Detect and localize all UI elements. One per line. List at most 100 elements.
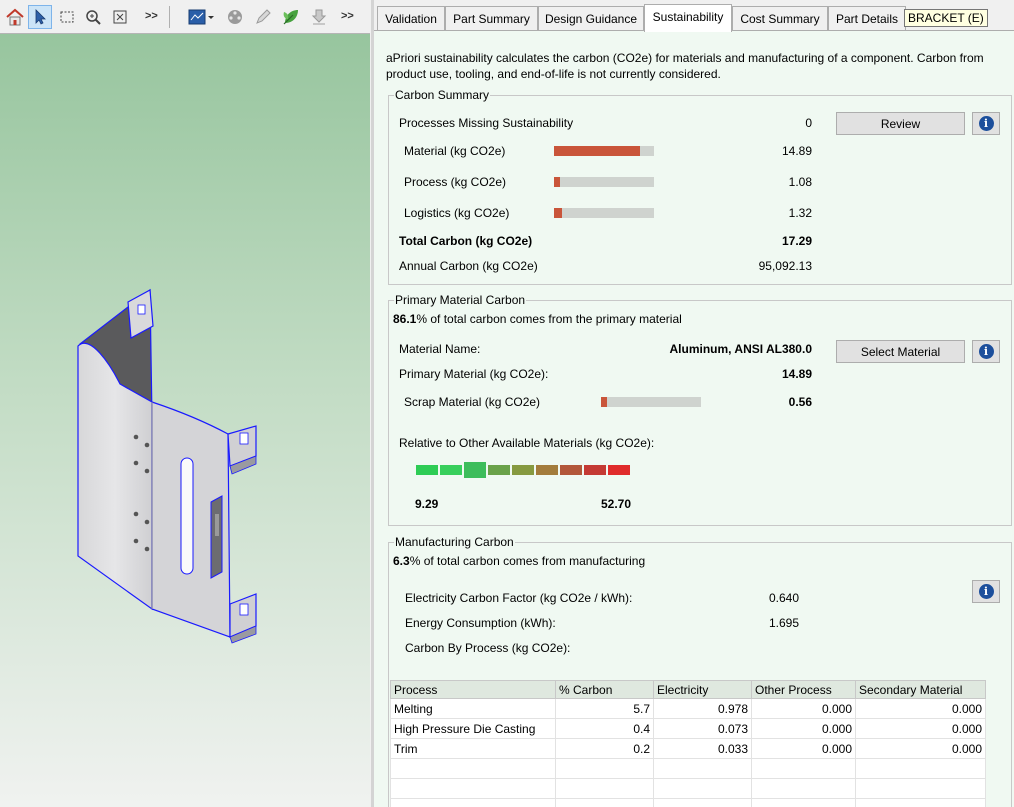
scale-segment [488, 465, 510, 475]
table-row[interactable]: Melting 5.7 0.978 0.000 0.000 [390, 698, 986, 719]
material-carbon-value: 14.89 [781, 144, 812, 158]
primary-material-carbon-value: 14.89 [781, 367, 812, 381]
table-row[interactable]: Trim 0.2 0.033 0.000 0.000 [390, 738, 986, 759]
logistics-carbon-bar-fill [554, 208, 562, 218]
viewer-panel: >> >> [0, 0, 370, 807]
box-select-icon[interactable] [55, 5, 79, 29]
other-process-cell: 0.000 [751, 698, 856, 719]
tab-validation[interactable]: Validation [377, 6, 445, 31]
tab-sustainability[interactable]: Sustainability [644, 4, 732, 32]
annual-carbon-label: Annual Carbon (kg CO2e) [399, 259, 538, 273]
explode-icon[interactable] [223, 5, 247, 29]
select-material-button[interactable]: Select Material [836, 340, 965, 363]
scrap-material-label: Scrap Material (kg CO2e) [404, 395, 541, 409]
toolbar-overflow-button-2[interactable]: >> [341, 10, 354, 22]
primary-material-percent-line: 86.1% of total carbon comes from the pri… [393, 312, 682, 326]
toolbar-overflow-button[interactable]: >> [145, 10, 158, 22]
table-header-row: Process % Carbon Electricity Other Proce… [390, 680, 986, 699]
review-button[interactable]: Review [836, 112, 965, 135]
material-carbon-bar [554, 146, 654, 156]
other-process-cell: 0.000 [751, 718, 856, 739]
sustainability-content: aPriori sustainability calculates the ca… [374, 30, 1014, 807]
scale-segment [536, 465, 558, 475]
info-icon: i [978, 116, 994, 131]
3d-canvas[interactable] [0, 34, 370, 807]
energy-consumption-value: 1.695 [768, 616, 799, 630]
manufacturing-percent-text: % of total carbon comes from manufacturi… [409, 554, 646, 568]
scale-segment [512, 465, 534, 475]
annual-carbon-value: 95,092.13 [758, 259, 812, 273]
carbon-summary-info-button[interactable]: i [972, 112, 1000, 135]
tab-cost-summary[interactable]: Cost Summary [732, 6, 828, 31]
relative-materials-label: Relative to Other Available Materials (k… [399, 436, 655, 450]
total-carbon-value: 17.29 [781, 234, 812, 248]
column-header-other-process[interactable]: Other Process [751, 680, 856, 699]
other-process-cell: 0.000 [751, 738, 856, 759]
primary-material-percent: 86.1 [393, 312, 417, 326]
secondary-material-cell: 0.000 [855, 718, 986, 739]
pen-icon[interactable] [251, 5, 275, 29]
zoom-icon[interactable] [81, 5, 105, 29]
table-row[interactable]: High Pressure Die Casting 0.4 0.073 0.00… [390, 718, 986, 739]
scale-min-value: 9.29 [415, 497, 439, 511]
percent-carbon-cell: 0.4 [555, 718, 654, 739]
download-icon[interactable] [307, 5, 331, 29]
column-header-process[interactable]: Process [390, 680, 556, 699]
material-carbon-label: Material (kg CO2e) [404, 144, 506, 158]
logistics-carbon-value: 1.32 [788, 206, 812, 220]
carbon-summary-legend: Carbon Summary [394, 88, 491, 102]
scale-segment [608, 465, 630, 475]
electricity-factor-value: 0.640 [768, 591, 799, 605]
part-name-tooltip: BRACKET (E) [904, 9, 988, 27]
manufacturing-percent-line: 6.3% of total carbon comes from manufact… [393, 554, 645, 568]
missing-processes-value: 0 [805, 116, 812, 130]
primary-material-info-button[interactable]: i [972, 340, 1000, 363]
details-pane: Validation Part Summary Design Guidance … [371, 0, 1014, 807]
table-row-empty [390, 798, 986, 807]
tab-part-summary[interactable]: Part Summary [445, 6, 538, 31]
primary-material-legend: Primary Material Carbon [394, 293, 527, 307]
scale-segment [464, 462, 486, 478]
scale-segment [584, 465, 606, 475]
tab-design-guidance[interactable]: Design Guidance [538, 6, 644, 31]
info-icon: i [978, 344, 994, 359]
process-carbon-bar-fill [554, 177, 561, 187]
sustainability-leaf-icon[interactable] [279, 5, 303, 29]
manufacturing-legend: Manufacturing Carbon [394, 535, 515, 549]
column-header-electricity[interactable]: Electricity [653, 680, 752, 699]
manufacturing-info-button[interactable]: i [972, 580, 1000, 603]
process-name-cell: Melting [390, 698, 556, 719]
bracket-3d-model [77, 288, 257, 644]
scrap-material-bar [601, 397, 701, 407]
viewer-toolbar: >> >> [0, 0, 370, 34]
fit-view-icon[interactable] [108, 5, 132, 29]
process-carbon-bar [554, 177, 654, 187]
primary-material-carbon-label: Primary Material (kg CO2e): [399, 367, 549, 381]
percent-carbon-cell: 0.2 [555, 738, 654, 759]
intro-text: aPriori sustainability calculates the ca… [386, 51, 984, 81]
energy-consumption-label: Energy Consumption (kWh): [405, 616, 556, 630]
carbon-by-process-label: Carbon By Process (kg CO2e): [405, 641, 571, 655]
table-row-empty [390, 778, 986, 799]
percent-carbon-cell: 5.7 [555, 698, 654, 719]
electricity-cell: 0.978 [653, 698, 752, 719]
logistics-carbon-bar [554, 208, 654, 218]
display-mode-icon[interactable] [186, 5, 216, 29]
info-icon: i [978, 584, 994, 599]
scrap-material-bar-fill [601, 397, 607, 407]
scale-segment [560, 465, 582, 475]
logistics-carbon-label: Logistics (kg CO2e) [404, 206, 510, 220]
process-name-cell: High Pressure Die Casting [390, 718, 556, 739]
scale-segment [440, 465, 462, 475]
select-arrow-icon[interactable] [28, 5, 52, 29]
tab-part-details[interactable]: Part Details [828, 6, 906, 31]
scale-segment [416, 465, 438, 475]
column-header-secondary-material[interactable]: Secondary Material [855, 680, 986, 699]
scrap-material-value: 0.56 [788, 395, 812, 409]
home-icon[interactable] [3, 5, 27, 29]
material-carbon-bar-fill [554, 146, 641, 156]
relative-materials-scale [416, 462, 632, 481]
total-carbon-label: Total Carbon (kg CO2e) [399, 234, 533, 248]
table-row-empty [390, 758, 986, 779]
column-header-percent-carbon[interactable]: % Carbon [555, 680, 654, 699]
